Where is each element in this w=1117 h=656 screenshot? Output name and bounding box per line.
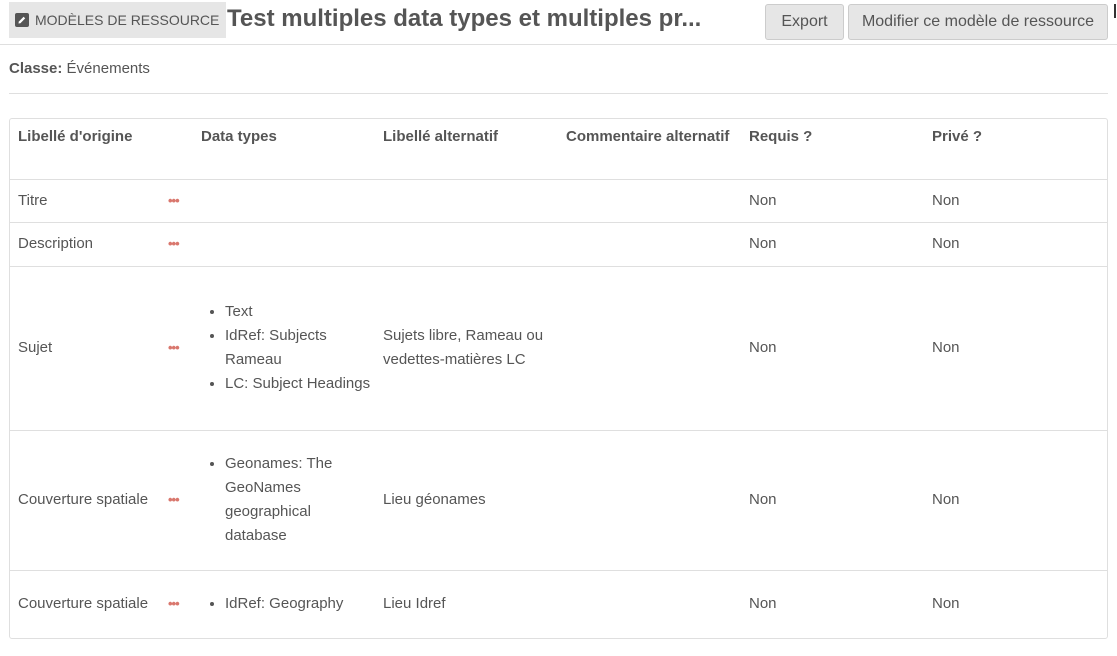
column-header: Privé ? — [924, 119, 1107, 180]
property-label-cell: Couverture spatiale ••• — [10, 570, 193, 637]
top-bar: MODÈLES DE RESSOURCE Test multiples data… — [0, 0, 1117, 45]
property-label: Couverture spatiale — [18, 491, 149, 508]
alt-comment-cell — [558, 430, 741, 570]
column-header: Libellé alternatif — [375, 119, 558, 180]
private-cell: Non — [932, 235, 960, 252]
data-type-item: IdRef: Subjects Rameau — [225, 324, 375, 372]
page-title: Test multiples data types et multiples p… — [227, 5, 702, 32]
class-value: Événements — [66, 60, 150, 77]
class-info: Classe: Événements — [9, 60, 150, 77]
more-options-icon[interactable]: ••• — [168, 237, 180, 250]
alt-label-cell: Lieu géonames — [383, 491, 486, 508]
more-options-icon[interactable]: ••• — [168, 341, 180, 354]
data-type-item: Text — [225, 300, 375, 324]
property-label: Titre — [18, 191, 48, 209]
data-type-item: Geonames: The GeoNames geographical data… — [225, 452, 375, 548]
table-header-row: Libellé d'origine Data types Libellé alt… — [10, 119, 1107, 180]
table-row: Titre ••• Non Non — [10, 179, 1107, 222]
table-row: Description ••• Non Non — [10, 222, 1107, 266]
alt-comment-cell — [558, 266, 741, 430]
property-label: Sujet — [18, 339, 53, 356]
column-header: Libellé d'origine — [10, 119, 193, 180]
section-breadcrumb[interactable]: MODÈLES DE RESSOURCE — [9, 2, 227, 38]
private-cell: Non — [932, 339, 960, 356]
data-type-item: LC: Subject Headings — [225, 372, 375, 396]
required-cell: Non — [749, 339, 777, 356]
property-label-cell: Sujet ••• — [10, 266, 193, 430]
more-options-icon[interactable]: ••• — [168, 194, 180, 207]
property-label-cell: Titre ••• — [10, 179, 193, 222]
window-edge-marker — [1114, 4, 1116, 18]
data-types-cell: Geonames: The GeoNames geographical data… — [193, 430, 375, 570]
alt-comment-cell — [558, 570, 741, 637]
property-label: Description — [18, 235, 94, 252]
column-header: Requis ? — [741, 119, 924, 180]
properties-table: Libellé d'origine Data types Libellé alt… — [9, 118, 1108, 639]
table-row: Sujet ••• Text IdRef: Subjects Rameau LC… — [10, 266, 1107, 430]
table-row: Couverture spatiale ••• IdRef: Geography… — [10, 570, 1107, 637]
more-options-icon[interactable]: ••• — [168, 493, 180, 506]
divider — [9, 93, 1108, 94]
required-cell: Non — [749, 191, 777, 209]
property-label: Couverture spatiale — [18, 594, 149, 612]
section-label: MODÈLES DE RESSOURCE — [35, 12, 220, 28]
data-types-list: IdRef: Geography — [201, 592, 375, 616]
private-cell: Non — [932, 191, 960, 209]
column-header: Commentaire alternatif — [558, 119, 741, 180]
data-types-cell: Text IdRef: Subjects Rameau LC: Subject … — [193, 266, 375, 430]
alt-comment-cell — [558, 222, 741, 266]
data-types-cell — [193, 179, 375, 222]
alt-label-cell — [375, 179, 558, 222]
required-cell: Non — [749, 594, 777, 612]
property-label-cell: Couverture spatiale ••• — [10, 430, 193, 570]
alt-label-cell — [375, 222, 558, 266]
more-options-icon[interactable]: ••• — [168, 597, 180, 610]
pencil-icon — [15, 13, 29, 27]
data-types-list: Geonames: The GeoNames geographical data… — [201, 452, 375, 548]
required-cell: Non — [749, 491, 777, 508]
required-cell: Non — [749, 235, 777, 252]
table-row: Couverture spatiale ••• Geonames: The Ge… — [10, 430, 1107, 570]
column-header: Data types — [193, 119, 375, 180]
private-cell: Non — [932, 491, 960, 508]
data-type-item: IdRef: Geography — [225, 592, 375, 616]
alt-label-cell: Sujets libre, Rameau ou vedettes-matière… — [383, 327, 544, 368]
property-label-cell: Description ••• — [10, 222, 193, 266]
data-types-cell — [193, 222, 375, 266]
data-types-list: Text IdRef: Subjects Rameau LC: Subject … — [201, 300, 375, 396]
export-button[interactable]: Export — [765, 4, 844, 40]
edit-template-button[interactable]: Modifier ce modèle de ressource — [848, 4, 1108, 40]
private-cell: Non — [932, 594, 960, 612]
alt-label-cell: Lieu Idref — [383, 594, 446, 612]
class-label: Classe: — [9, 60, 63, 77]
data-types-cell: IdRef: Geography — [193, 570, 375, 637]
alt-comment-cell — [558, 179, 741, 222]
